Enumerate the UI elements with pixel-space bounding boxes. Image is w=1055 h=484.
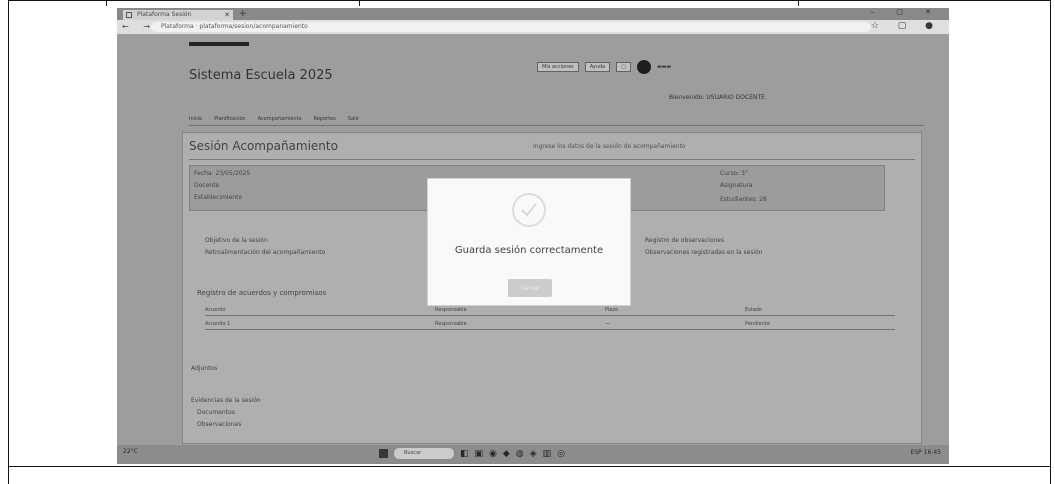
address-bar: ← → ⟳ Plataforma · plataforma/sesion/aco… [117, 20, 949, 34]
taskbar-search[interactable]: Buscar [394, 448, 454, 459]
url-field[interactable]: Plataforma · plataforma/sesion/acompanam… [151, 22, 871, 32]
success-dialog: Guarda sesión correctamente Cerrar [427, 178, 631, 306]
taskbar-app-icon[interactable]: ◉ [489, 449, 497, 459]
taskbar-app-icon[interactable]: ◍ [516, 449, 524, 459]
close-button[interactable]: Cerrar [508, 279, 552, 297]
frame-tick [359, 0, 360, 6]
frame-bottom-line [9, 466, 1050, 467]
check-icon [512, 193, 546, 227]
start-icon[interactable] [379, 449, 388, 458]
taskbar-apps: Buscar ◧ ▣ ◉ ◆ ◍ ◈ ▥ ◎ [379, 448, 565, 459]
taskbar-app-icon[interactable]: ▥ [543, 449, 552, 459]
taskbar-app-icon[interactable]: ◎ [557, 449, 565, 459]
frame-tick [106, 0, 107, 6]
weather-widget[interactable]: 22°C [123, 448, 138, 455]
system-tray[interactable]: ESP 16:45 [911, 449, 941, 456]
browser-tab-bar: Plataforma Sesión ✕ + – ▢ ✕ [117, 8, 949, 20]
taskbar-app-icon[interactable]: ◈ [530, 449, 537, 459]
taskbar-app-icon[interactable]: ◆ [503, 449, 510, 459]
window-controls[interactable]: – ▢ ✕ [871, 8, 941, 16]
browser-tab[interactable]: Plataforma Sesión ✕ [123, 10, 233, 20]
address-bar-icons[interactable]: ☆ ▢ ● [871, 21, 941, 31]
taskbar-app-icon[interactable]: ▣ [475, 449, 484, 459]
browser-screenshot: Plataforma Sesión ✕ + – ▢ ✕ ← → ⟳ Plataf… [117, 8, 949, 464]
frame-top-line [9, 0, 1050, 1]
dialog-message: Guarda sesión correctamente [454, 245, 604, 256]
frame-tick [798, 0, 799, 6]
taskbar-app-icon[interactable]: ◧ [460, 449, 469, 459]
tab-favicon-icon [126, 12, 132, 18]
new-tab-icon[interactable]: + [239, 9, 247, 19]
tab-title: Plataforma Sesión [137, 11, 192, 18]
windows-taskbar: 22°C Buscar ◧ ▣ ◉ ◆ ◍ ◈ ▥ ◎ ESP 16:45 [117, 445, 949, 464]
tab-close-icon[interactable]: ✕ [224, 10, 230, 20]
